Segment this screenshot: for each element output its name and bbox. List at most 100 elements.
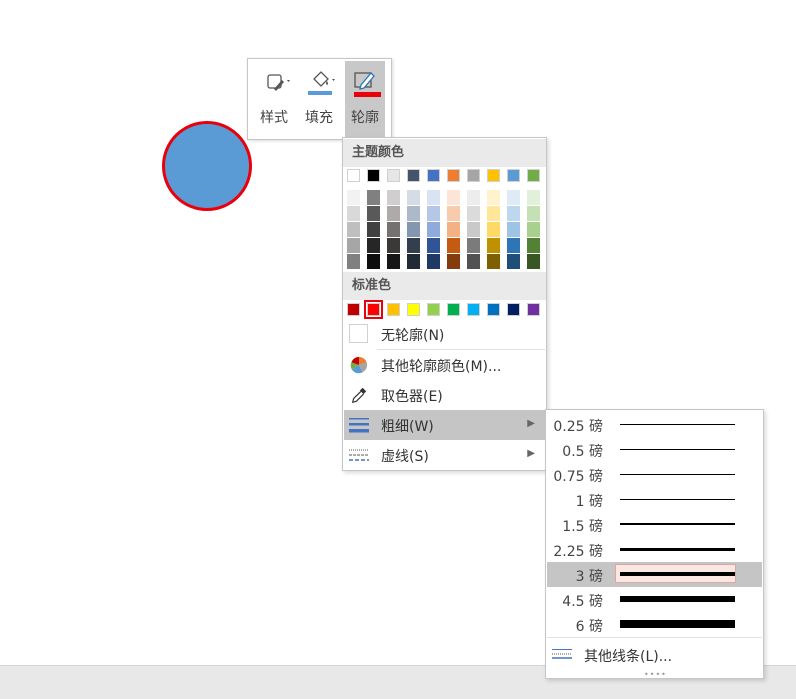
standard-color-swatch[interactable]: [347, 303, 360, 316]
theme-shade-swatch[interactable]: [487, 222, 500, 237]
theme-shade-swatch[interactable]: [387, 190, 400, 205]
theme-shade-swatch[interactable]: [467, 190, 480, 205]
theme-shade-swatch[interactable]: [467, 222, 480, 237]
theme-shade-swatch[interactable]: [407, 254, 420, 269]
standard-color-swatch[interactable]: [447, 303, 460, 316]
theme-shade-swatch[interactable]: [387, 238, 400, 253]
weight-item[interactable]: 粗细(W) ▶: [344, 410, 545, 440]
line-weight-option[interactable]: 0.25 磅: [547, 412, 762, 437]
theme-shade-swatch[interactable]: [387, 222, 400, 237]
theme-shade-swatch[interactable]: [347, 190, 360, 205]
line-weight-option[interactable]: 1 磅: [547, 487, 762, 512]
theme-color-swatch[interactable]: [407, 169, 420, 182]
standard-color-swatch[interactable]: [387, 303, 400, 316]
theme-shade-swatch[interactable]: [367, 222, 380, 237]
theme-shade-swatch[interactable]: [407, 190, 420, 205]
theme-shade-swatch[interactable]: [527, 254, 540, 269]
theme-color-swatch[interactable]: [367, 169, 380, 182]
theme-color-swatch[interactable]: [347, 169, 360, 182]
line-weight-sample: [620, 596, 735, 602]
outline-button[interactable]: 轮廓: [345, 61, 385, 137]
theme-shade-swatch[interactable]: [507, 254, 520, 269]
theme-color-swatch[interactable]: [427, 169, 440, 182]
no-outline-item[interactable]: 无轮廓(N): [344, 319, 545, 349]
submenu-arrow-icon: ▶: [527, 418, 535, 429]
theme-color-swatch[interactable]: [447, 169, 460, 182]
theme-shade-swatch[interactable]: [527, 190, 540, 205]
theme-shade-swatch[interactable]: [467, 206, 480, 221]
theme-shade-swatch[interactable]: [507, 222, 520, 237]
line-weight-option[interactable]: 3 磅: [547, 562, 762, 587]
theme-shade-swatch[interactable]: [447, 238, 460, 253]
more-lines-item[interactable]: 其他线条(L)...: [547, 640, 762, 670]
fill-button[interactable]: 填充: [299, 61, 339, 137]
standard-color-swatch[interactable]: [364, 300, 383, 319]
dashes-label: 虚线(S): [381, 449, 429, 465]
theme-shade-swatch[interactable]: [447, 222, 460, 237]
resize-grip-icon[interactable]: ••••: [644, 670, 667, 679]
theme-shade-swatch[interactable]: [447, 206, 460, 221]
theme-shade-swatch[interactable]: [427, 254, 440, 269]
theme-shade-swatch[interactable]: [487, 254, 500, 269]
theme-shade-swatch[interactable]: [407, 206, 420, 221]
line-weight-label: 1.5 磅: [562, 519, 603, 535]
standard-color-swatch[interactable]: [467, 303, 480, 316]
theme-shade-swatch[interactable]: [347, 222, 360, 237]
theme-shade-swatch[interactable]: [507, 190, 520, 205]
line-weight-option[interactable]: 0.75 磅: [547, 462, 762, 487]
line-weight-option[interactable]: 1.5 磅: [547, 512, 762, 537]
theme-color-swatch[interactable]: [527, 169, 540, 182]
theme-shade-swatch[interactable]: [507, 238, 520, 253]
theme-shade-swatch[interactable]: [367, 238, 380, 253]
theme-shade-swatch[interactable]: [487, 190, 500, 205]
line-weight-sample: [620, 620, 735, 628]
theme-shade-swatch[interactable]: [407, 222, 420, 237]
theme-shade-swatch[interactable]: [527, 222, 540, 237]
theme-shade-swatch[interactable]: [427, 190, 440, 205]
theme-shade-swatch[interactable]: [407, 238, 420, 253]
dashes-item[interactable]: 虚线(S) ▶: [344, 440, 545, 470]
theme-shade-swatch[interactable]: [347, 206, 360, 221]
theme-shade-swatch[interactable]: [467, 238, 480, 253]
line-weight-option[interactable]: 0.5 磅: [547, 437, 762, 462]
theme-shade-swatch[interactable]: [387, 254, 400, 269]
more-outline-colors-item[interactable]: 其他轮廓颜色(M)...: [344, 350, 545, 380]
theme-shade-swatch[interactable]: [527, 206, 540, 221]
standard-color-swatch[interactable]: [427, 303, 440, 316]
theme-shade-swatch[interactable]: [487, 206, 500, 221]
standard-color-swatch[interactable]: [507, 303, 520, 316]
standard-color-swatch[interactable]: [407, 303, 420, 316]
theme-shade-swatch[interactable]: [367, 206, 380, 221]
line-weight-label: 4.5 磅: [562, 594, 603, 610]
theme-shade-swatch[interactable]: [507, 206, 520, 221]
theme-shade-swatch[interactable]: [347, 254, 360, 269]
line-weight-label: 6 磅: [575, 619, 603, 635]
theme-color-swatch[interactable]: [507, 169, 520, 182]
line-weight-sample: [620, 523, 735, 525]
standard-color-swatch[interactable]: [527, 303, 540, 316]
theme-shade-swatch[interactable]: [427, 238, 440, 253]
eyedropper-item[interactable]: 取色器(E): [344, 380, 545, 410]
theme-shade-swatch[interactable]: [367, 254, 380, 269]
line-weight-label: 0.5 磅: [562, 444, 603, 460]
line-weight-label: 0.25 磅: [553, 419, 603, 435]
theme-shade-swatch[interactable]: [387, 206, 400, 221]
theme-shade-swatch[interactable]: [367, 190, 380, 205]
theme-shade-swatch[interactable]: [487, 238, 500, 253]
standard-color-swatch[interactable]: [487, 303, 500, 316]
theme-shade-swatch[interactable]: [447, 254, 460, 269]
line-weight-option[interactable]: 2.25 磅: [547, 537, 762, 562]
theme-shade-swatch[interactable]: [447, 190, 460, 205]
selected-circle-shape[interactable]: [162, 121, 252, 211]
line-weight-option[interactable]: 4.5 磅: [547, 587, 762, 612]
theme-color-swatch[interactable]: [387, 169, 400, 182]
style-button[interactable]: 样式: [254, 61, 294, 137]
line-weight-option[interactable]: 6 磅: [547, 612, 762, 637]
theme-shade-swatch[interactable]: [527, 238, 540, 253]
theme-shade-swatch[interactable]: [467, 254, 480, 269]
theme-shade-swatch[interactable]: [347, 238, 360, 253]
theme-color-swatch[interactable]: [467, 169, 480, 182]
theme-shade-swatch[interactable]: [427, 206, 440, 221]
theme-color-swatch[interactable]: [487, 169, 500, 182]
theme-shade-swatch[interactable]: [427, 222, 440, 237]
